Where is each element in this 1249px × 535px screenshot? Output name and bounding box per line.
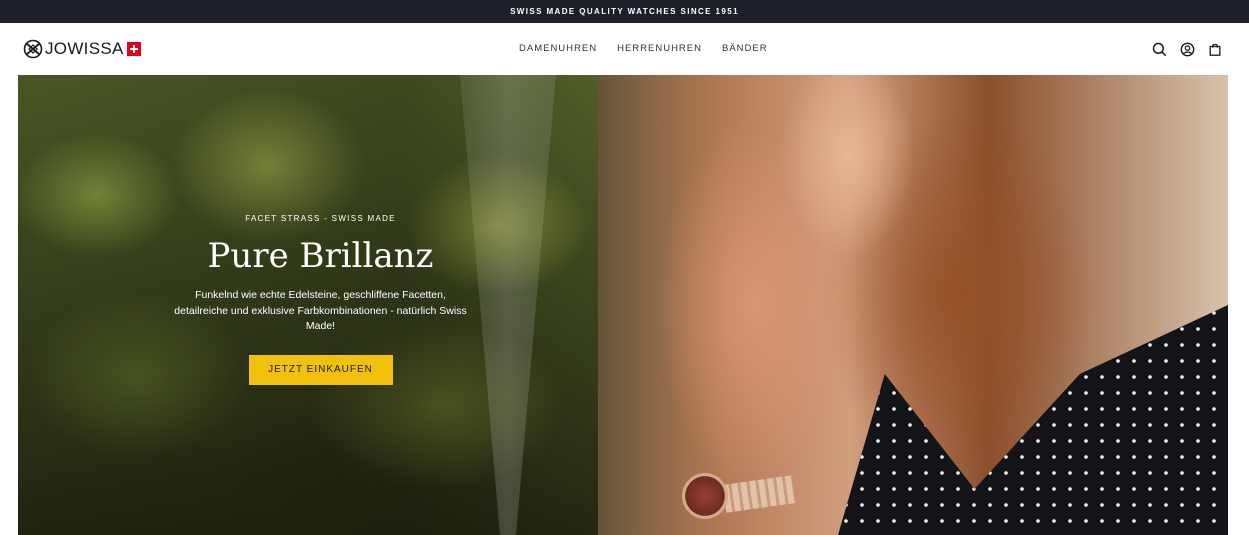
announcement-bar: SWISS MADE QUALITY WATCHES SINCE 1951 [0,0,1249,23]
brand-name: JOWISSA [45,39,124,58]
watch-dial [682,473,728,519]
cart-icon[interactable] [1207,41,1223,57]
nav-item-herrenuhren[interactable]: HERRENUHREN [617,43,702,55]
search-icon[interactable] [1151,41,1167,57]
nav-item-damenuhren[interactable]: DAMENUHREN [519,43,597,55]
brand-logo[interactable]: JOWISSA [23,39,141,59]
hero-title: Pure Brillanz [207,236,434,276]
hero-eyebrow: FACET STRASS - SWISS MADE [245,214,396,223]
account-icon[interactable] [1179,41,1195,57]
nav-item-baender[interactable]: BÄNDER [722,43,768,55]
announcement-text: SWISS MADE QUALITY WATCHES SINCE 1951 [510,7,739,16]
main-navigation: DAMENUHREN HERRENUHREN BÄNDER [519,43,768,55]
hero-description: Funkelnd wie echte Edelsteine, geschliff… [174,289,467,332]
hero-banner: FACET STRASS - SWISS MADE Pure Brillanz … [18,75,1228,535]
header-actions [1151,41,1223,57]
logo-mark-icon [23,39,43,59]
site-header: JOWISSA DAMENUHREN HERRENUHREN BÄNDER [0,23,1249,75]
shop-now-button[interactable]: JETZT EINKAUFEN [248,354,393,385]
swiss-flag-icon [126,42,141,56]
hero-content: FACET STRASS - SWISS MADE Pure Brillanz … [158,213,483,385]
